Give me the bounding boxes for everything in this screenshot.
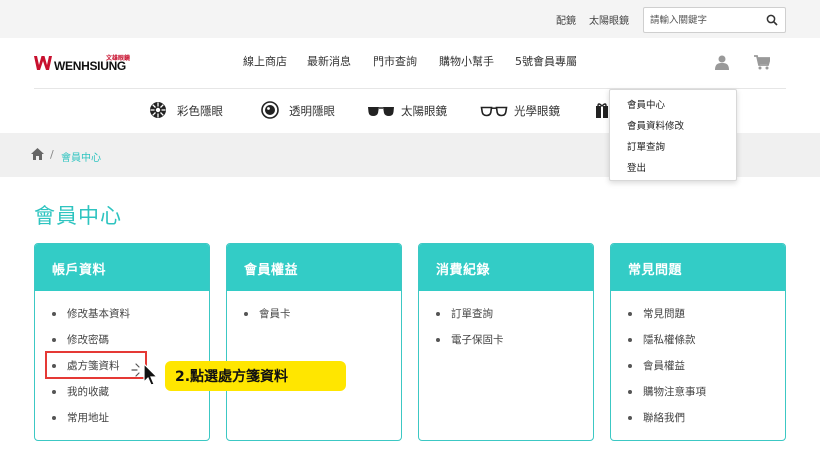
list-item-label: 會員權益 xyxy=(643,360,685,372)
category-clear-lens[interactable]: 透明隱眼 xyxy=(261,100,351,122)
breadcrumb-separator: / xyxy=(50,148,54,161)
menu-item-edit-profile[interactable]: 會員資料修改 xyxy=(627,118,684,132)
gift-icon[interactable] xyxy=(596,102,608,118)
category-label: 彩色隱眼 xyxy=(177,104,223,118)
card-benefits: 會員權益 會員卡 xyxy=(226,243,402,441)
list-item-label: 購物注意事項 xyxy=(643,386,706,398)
sunglasses-icon xyxy=(368,107,394,116)
list-item-label: 我的收藏 xyxy=(67,386,109,398)
card-purchase-records: 消費紀錄 訂單查詢 電子保固卡 xyxy=(418,243,594,441)
card-title: 會員權益 xyxy=(244,263,299,278)
hand-pointer-icon xyxy=(131,362,159,386)
toplink-prescription[interactable]: 配鏡 xyxy=(556,12,576,27)
card-title: 消費紀錄 xyxy=(436,263,491,278)
flower-lens-icon xyxy=(150,102,166,118)
instruction-text: 2.點選處方箋資料 xyxy=(175,369,289,385)
home-icon[interactable] xyxy=(31,148,44,160)
nav-news[interactable]: 最新消息 xyxy=(307,53,351,69)
card-title: 常見問題 xyxy=(628,263,683,278)
nav-online-store[interactable]: 線上商店 xyxy=(243,53,287,69)
card-header: 帳戶資料 xyxy=(35,244,209,291)
page-title: 會員中心 xyxy=(34,204,122,228)
nav-shopping-help[interactable]: 購物小幫手 xyxy=(439,53,494,69)
card-header: 消費紀錄 xyxy=(419,244,593,291)
toplink-sunglasses[interactable]: 太陽眼鏡 xyxy=(589,12,629,27)
site-header: WENHSIUNG 文雄眼鏡 線上商店 最新消息 門市查詢 購物小幫手 5號會員… xyxy=(0,38,820,88)
menu-item-logout[interactable]: 登出 xyxy=(627,160,646,174)
brand-logo[interactable]: WENHSIUNG 文雄眼鏡 xyxy=(34,53,134,75)
card-header: 常見問題 xyxy=(611,244,785,291)
search-input[interactable] xyxy=(650,12,762,29)
contact-lens-icon xyxy=(261,101,279,119)
cart-icon[interactable] xyxy=(754,55,770,70)
card-account: 帳戶資料 修改基本資料 修改密碼 處方箋資料 我的收藏 常用地址 xyxy=(34,243,210,441)
user-icon[interactable] xyxy=(715,55,729,70)
logo-text-cn: 文雄眼鏡 xyxy=(106,55,131,62)
menu-item-member-center[interactable]: 會員中心 xyxy=(627,97,665,111)
category-eyeglasses[interactable]: 光學眼鏡 xyxy=(480,100,580,122)
search-icon[interactable] xyxy=(766,14,778,26)
list-item-label: 電子保固卡 xyxy=(451,334,504,346)
card-title: 帳戶資料 xyxy=(52,263,107,278)
eyeglasses-icon xyxy=(480,106,508,117)
list-item-label: 訂單查詢 xyxy=(451,308,493,320)
list-item-label: 常用地址 xyxy=(67,412,109,424)
nav-member-exclusive[interactable]: 5號會員專屬 xyxy=(515,53,577,69)
list-item-label: 隱私權條款 xyxy=(643,334,696,346)
category-label: 透明隱眼 xyxy=(289,104,335,118)
menu-item-orders[interactable]: 訂單查詢 xyxy=(627,139,665,153)
search-box xyxy=(643,7,786,33)
list-item-label: 會員卡 xyxy=(259,308,291,320)
list-item-label: 修改基本資料 xyxy=(67,308,130,320)
card-header: 會員權益 xyxy=(227,244,401,291)
breadcrumb-current[interactable]: 會員中心 xyxy=(61,149,101,164)
user-dropdown-menu: 會員中心 會員資料修改 訂單查詢 登出 xyxy=(609,89,737,181)
logo-mark-icon xyxy=(34,56,52,70)
top-utility-bar: 配鏡 太陽眼鏡 xyxy=(0,0,820,38)
category-label: 太陽眼鏡 xyxy=(401,104,447,118)
nav-store-locator[interactable]: 門市查詢 xyxy=(373,53,417,69)
list-item-label: 修改密碼 xyxy=(67,334,109,346)
category-label: 光學眼鏡 xyxy=(514,104,560,118)
category-colored-lens[interactable]: 彩色隱眼 xyxy=(149,100,239,122)
card-faq: 常見問題 常見問題 隱私權條款 會員權益 購物注意事項 聯絡我們 xyxy=(610,243,786,441)
category-sunglasses[interactable]: 太陽眼鏡 xyxy=(367,100,467,122)
list-item-label: 聯絡我們 xyxy=(643,412,685,424)
list-item-label: 常見問題 xyxy=(643,308,685,320)
instruction-callout: 2.點選處方箋資料 xyxy=(165,361,346,391)
